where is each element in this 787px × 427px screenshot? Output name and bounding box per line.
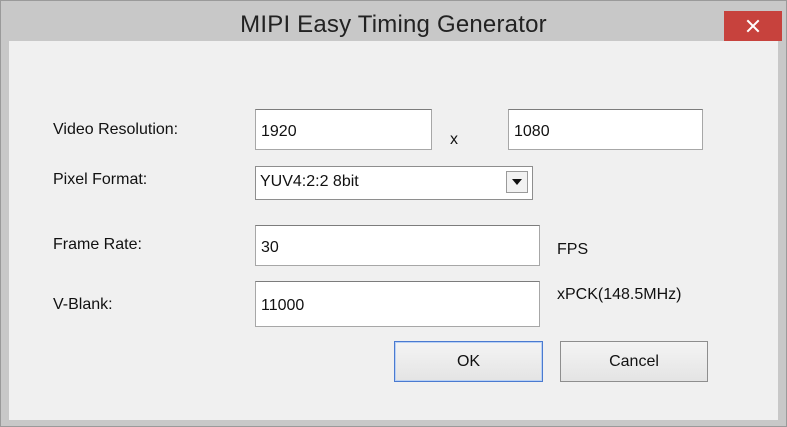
v-blank-unit: xPCK(148.5MHz): [557, 286, 682, 303]
pixel-format-select[interactable]: YUV4:2:2 8bit: [255, 166, 533, 200]
window-title: MIPI Easy Timing Generator: [240, 11, 547, 38]
frame-rate-input[interactable]: [255, 225, 540, 266]
title-bar[interactable]: MIPI Easy Timing Generator: [1, 1, 786, 41]
frame-rate-unit: FPS: [557, 241, 589, 258]
dialog-window: MIPI Easy Timing Generator Video Resolut…: [0, 0, 787, 427]
v-blank-input[interactable]: [255, 281, 540, 327]
resolution-separator: x: [450, 131, 458, 148]
pixel-format-selected-value: YUV4:2:2 8bit: [260, 173, 359, 190]
close-button[interactable]: [724, 11, 782, 41]
chevron-down-icon: [512, 179, 522, 185]
video-resolution-label: Video Resolution:: [53, 121, 179, 138]
close-icon: [746, 19, 760, 33]
frame-rate-label: Frame Rate:: [53, 236, 142, 253]
ok-button[interactable]: OK: [394, 341, 543, 382]
cancel-button[interactable]: Cancel: [560, 341, 708, 382]
dropdown-button[interactable]: [506, 171, 528, 193]
resolution-height-input[interactable]: [508, 109, 703, 150]
dialog-body: Video Resolution: x Pixel Format: YUV4:2…: [9, 41, 778, 420]
pixel-format-label: Pixel Format:: [53, 171, 148, 188]
v-blank-label: V-Blank:: [53, 296, 113, 313]
resolution-width-input[interactable]: [255, 109, 432, 150]
